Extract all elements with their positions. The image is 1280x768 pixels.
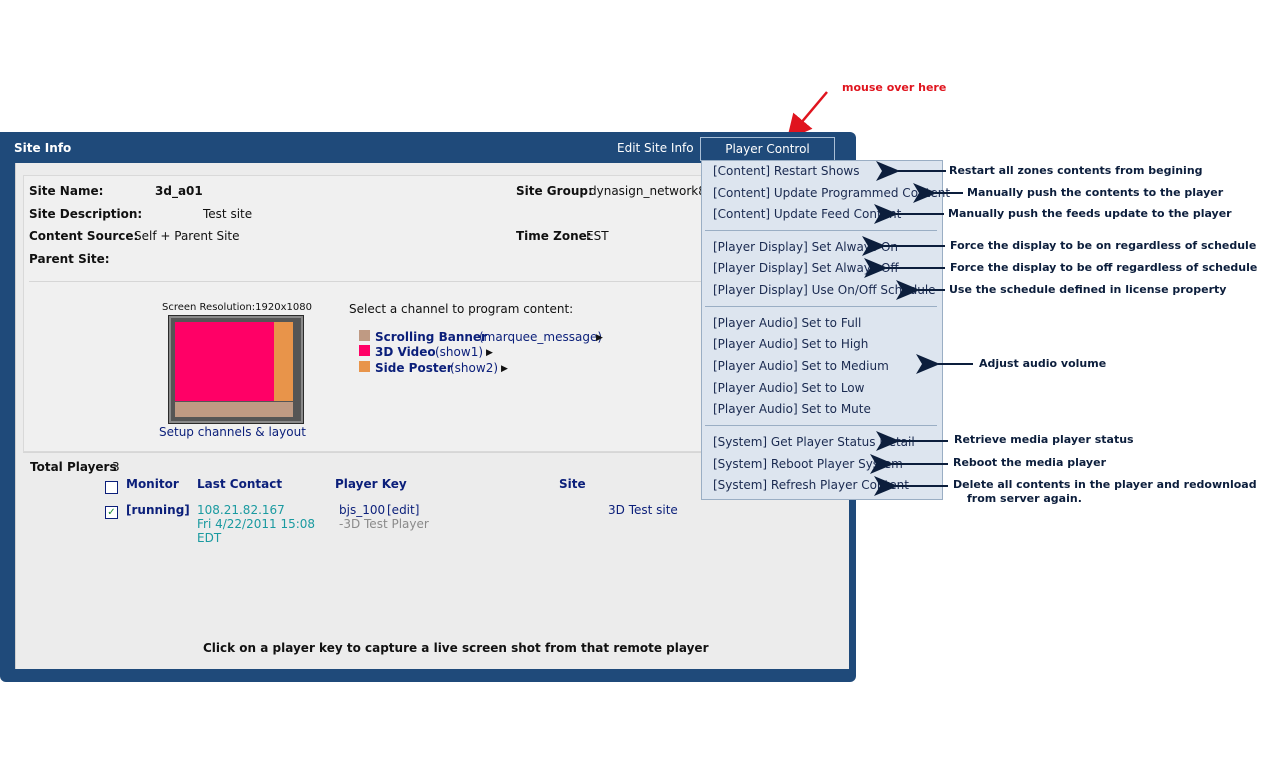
note-status: Retrieve media player status	[954, 433, 1134, 446]
note-reboot: Reboot the media player	[953, 456, 1106, 469]
note-update-programmed: Manually push the contents to the player	[967, 186, 1224, 199]
note-always-off: Force the display to be off regardless o…	[950, 261, 1258, 274]
note-restart: Restart all zones contents from begining	[949, 164, 1203, 177]
note-update-feed: Manually push the feeds update to the pl…	[948, 207, 1232, 220]
note-schedule: Use the schedule defined in license prop…	[949, 283, 1227, 296]
note-refresh-line1: Delete all contents in the player and re…	[953, 478, 1257, 491]
note-refresh-line2: from server again.	[967, 492, 1082, 505]
note-always-on: Force the display to be on regardless of…	[950, 239, 1257, 252]
note-arrows	[862, 161, 973, 496]
note-audio: Adjust audio volume	[979, 357, 1107, 370]
